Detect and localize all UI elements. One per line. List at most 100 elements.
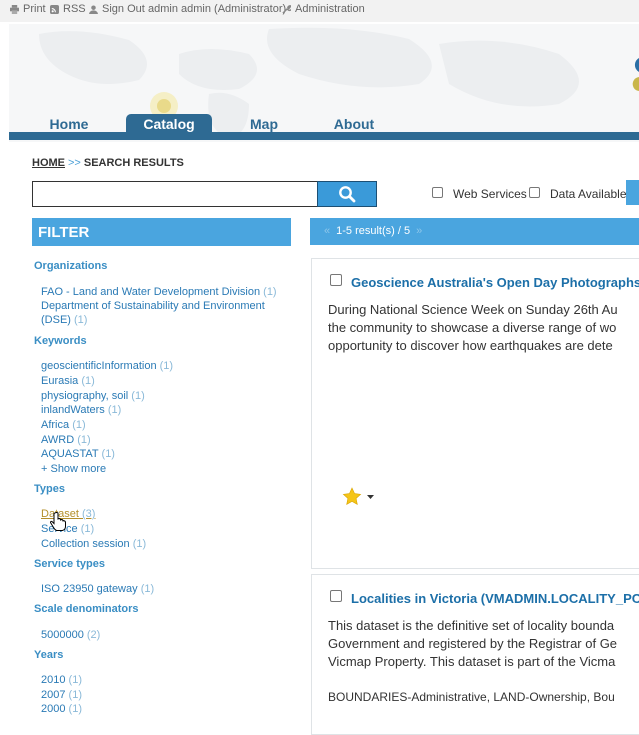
filter-item-count: (1) <box>72 419 86 431</box>
nav-map[interactable]: Map <box>240 114 288 134</box>
filter-item-label: 5000000 <box>41 629 84 641</box>
filter-item-label: inlandWaters <box>41 404 105 416</box>
print-link[interactable]: Print <box>10 3 46 15</box>
filter-item-count: (2) <box>86 629 101 641</box>
search-input[interactable] <box>32 181 318 207</box>
result-card: Geoscience Australia's Open Day Photogra… <box>311 258 639 569</box>
user-icon <box>89 4 98 14</box>
filter-item-count: (1) <box>131 390 145 402</box>
filter-type-service[interactable]: Service (1) <box>41 523 94 535</box>
filter-item-label: Collection session <box>41 538 130 550</box>
filter-item-count: (1) <box>80 523 95 535</box>
nav-about[interactable]: About <box>326 114 382 134</box>
filter-item-label: Eurasia <box>41 375 79 387</box>
filter-item-label: 2010 <box>41 674 66 686</box>
filter-item-label: ISO 23950 gateway <box>41 583 138 595</box>
filter-item-count: (1) <box>159 360 174 372</box>
filter-years-label: Years <box>34 649 64 661</box>
show-more-keywords-link[interactable]: + Show more <box>41 463 106 475</box>
data-available-label: Data Available <box>550 187 627 201</box>
result-abstract-line: Vicmap Property. This dataset is part of… <box>328 654 616 669</box>
nav-catalog[interactable]: Catalog <box>126 114 212 134</box>
filter-item-count: (1) <box>68 674 82 686</box>
world-map-background <box>39 27 639 139</box>
filter-item-label: AQUASTAT <box>41 448 99 460</box>
filter-keyword-item[interactable]: geoscientificInformation (1) <box>41 360 173 372</box>
nav-home[interactable]: Home <box>42 114 96 134</box>
web-services-checkbox[interactable] <box>432 187 443 198</box>
result-select-checkbox[interactable] <box>330 274 342 286</box>
filter-item-count: (1) <box>107 404 122 416</box>
search-button[interactable] <box>317 181 377 207</box>
filter-keyword-item[interactable]: AWRD (1) <box>41 434 91 446</box>
filter-item-label: geoscientificInformation <box>41 360 157 372</box>
breadcrumb-separator: >> <box>68 157 81 169</box>
filter-item-count: (1) <box>81 375 95 387</box>
signout-link[interactable]: Sign Out <box>89 3 145 15</box>
rss-icon <box>50 4 59 14</box>
filter-item-count: (1) <box>68 689 82 701</box>
breadcrumb-current: SEARCH RESULTS <box>83 157 184 169</box>
filter-item-count: (1) <box>140 583 155 595</box>
filter-item-count: (1) <box>132 538 147 550</box>
result-title-link[interactable]: Localities in Victoria (VMADMIN.LOCALITY… <box>351 591 639 606</box>
filter-organizations-label: Organizations <box>34 260 108 272</box>
wrench-icon <box>282 4 291 14</box>
data-available-checkbox[interactable] <box>529 187 540 198</box>
star-rating-icon[interactable] <box>342 487 362 507</box>
breadcrumb-home-link[interactable]: HOME <box>32 157 65 169</box>
filter-service-type-item[interactable]: ISO 23950 gateway (1) <box>41 583 154 595</box>
filter-keyword-item[interactable]: inlandWaters (1) <box>41 404 121 416</box>
site-header <box>9 24 639 142</box>
filter-keyword-item[interactable]: physiography, soil (1) <box>41 390 145 402</box>
filter-item-label: FAO - Land and Water Development Divisio… <box>41 286 261 298</box>
top-utility-bar: Print RSS Sign Out admin admin (Administ… <box>0 0 639 22</box>
filter-item-label: Africa <box>41 419 70 431</box>
filter-scale-label: Scale denominators <box>34 603 139 615</box>
filter-item-count: (1) <box>101 448 115 460</box>
administration-link[interactable]: Administration <box>282 3 365 15</box>
filter-item-count: (1) <box>263 286 277 298</box>
previous-page-button[interactable]: « <box>324 225 330 237</box>
results-summary: 1-5 result(s) / 5 <box>336 225 411 237</box>
advanced-search-button[interactable] <box>626 180 639 205</box>
result-keywords: BOUNDARIES-Administrative, LAND-Ownershi… <box>328 690 615 704</box>
filter-keyword-item[interactable]: Eurasia (1) <box>41 375 95 387</box>
result-abstract-line: Government and registered by the Registr… <box>328 636 618 651</box>
web-services-label: Web Services <box>453 187 527 201</box>
filter-service-types-label: Service types <box>34 558 105 570</box>
current-user: admin admin (Administrator) <box>148 3 287 15</box>
filter-item-label: 2007 <box>41 689 66 701</box>
next-page-button[interactable]: » <box>416 225 422 237</box>
filter-types-label: Types <box>34 483 65 495</box>
filter-header: FILTER <box>32 218 291 246</box>
result-select-checkbox[interactable] <box>330 590 342 602</box>
filter-keyword-item[interactable]: AQUASTAT (1) <box>41 448 115 460</box>
filter-keywords-label: Keywords <box>34 335 87 347</box>
filter-year-item[interactable]: 2000 (1) <box>41 703 82 715</box>
result-abstract-line: opportunity to discover how earthquakes … <box>328 338 613 353</box>
filter-type-collection-session[interactable]: Collection session (1) <box>41 538 146 550</box>
result-title-link[interactable]: Geoscience Australia's Open Day Photogra… <box>351 275 639 290</box>
hand-cursor-icon <box>50 512 66 531</box>
caret-down-icon[interactable] <box>367 495 374 500</box>
filter-year-item[interactable]: 2010 (1) <box>41 674 82 686</box>
result-abstract-line: This dataset is the definitive set of lo… <box>328 618 615 633</box>
breadcrumb: HOME >> SEARCH RESULTS <box>32 157 184 169</box>
results-pager: « 1-5 result(s) / 5 » <box>310 218 639 245</box>
rss-link[interactable]: RSS <box>50 3 86 15</box>
filter-item-count: (1) <box>74 314 88 326</box>
filter-org-dse[interactable]: Department of Sustainability and Environ… <box>41 299 281 327</box>
filter-scale-item[interactable]: 5000000 (2) <box>41 629 100 641</box>
filter-item-count: (3) <box>81 508 96 520</box>
result-abstract-line: During National Science Week on Sunday 2… <box>328 302 618 317</box>
result-card: Localities in Victoria (VMADMIN.LOCALITY… <box>311 574 639 735</box>
filter-org-fao[interactable]: FAO - Land and Water Development Divisio… <box>41 286 277 298</box>
filter-item-label: physiography, soil <box>41 390 129 402</box>
print-icon <box>10 4 19 14</box>
filter-item-count: (1) <box>68 703 82 715</box>
filter-year-item[interactable]: 2007 (1) <box>41 689 82 701</box>
nav-strip <box>9 132 639 140</box>
filter-item-label: 2000 <box>41 703 66 715</box>
filter-keyword-item[interactable]: Africa (1) <box>41 419 86 431</box>
